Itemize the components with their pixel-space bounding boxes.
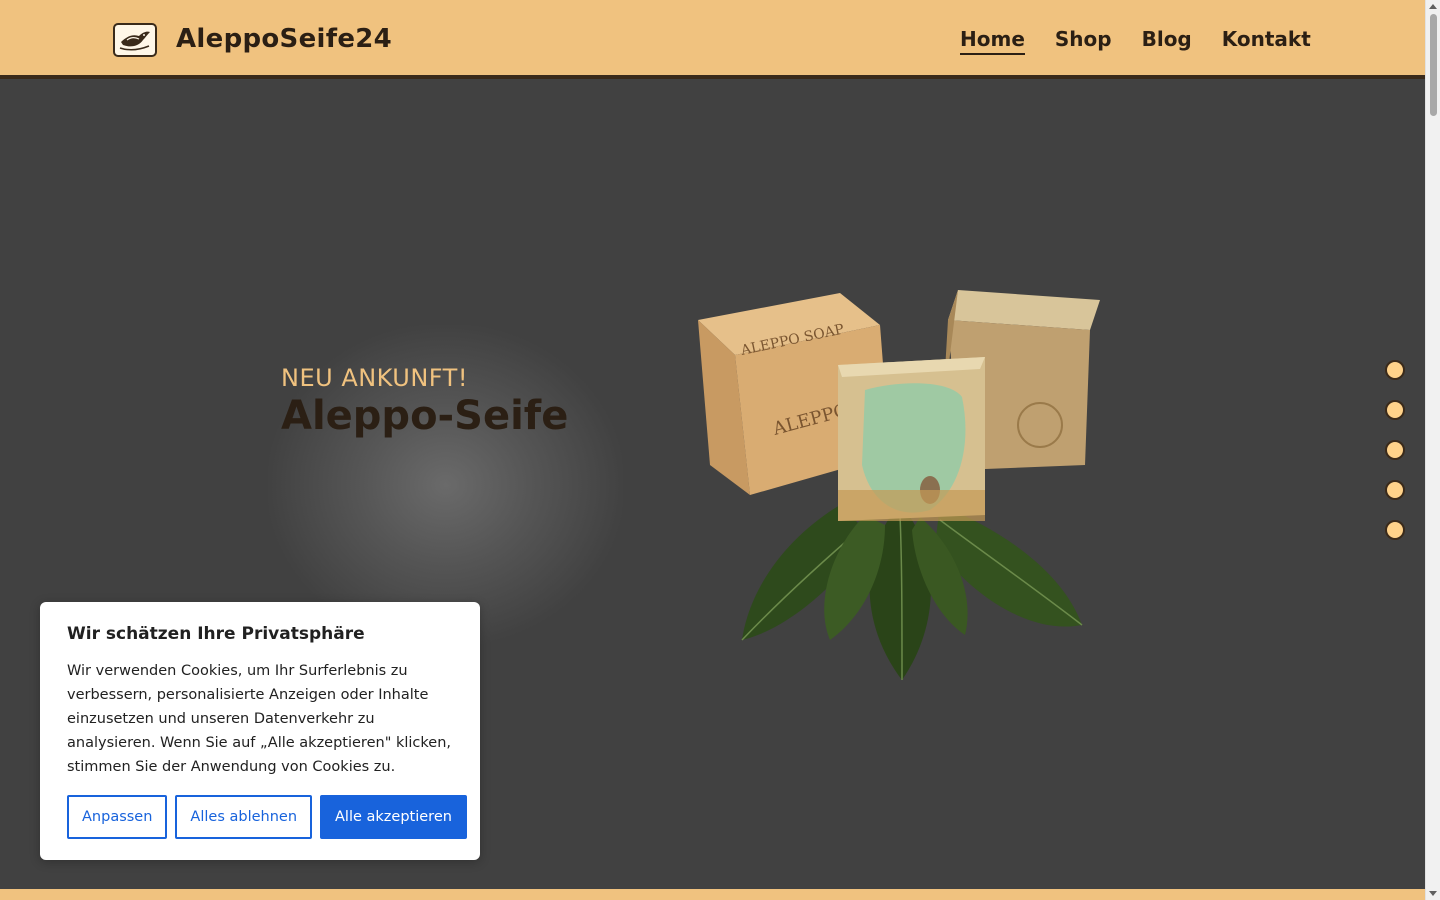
cookie-text: Wir verwenden Cookies, um Ihr Surferlebn… — [67, 663, 451, 775]
footer-strip — [0, 889, 1425, 900]
page-scrollbar[interactable] — [1425, 0, 1440, 900]
slider-dot[interactable] — [1385, 480, 1405, 500]
site-brand[interactable]: AleppoSeife24 — [176, 24, 392, 54]
slider-dots — [1385, 360, 1405, 540]
nav-home[interactable]: Home — [960, 27, 1025, 55]
hero-kicker: NEU ANKUNFT! — [281, 364, 468, 392]
scroll-thumb[interactable] — [1430, 14, 1437, 116]
cookie-reject-button[interactable]: Alles ablehnen — [175, 795, 313, 839]
cookie-banner: Wir schätzen Ihre Privatsphäre Wir verwe… — [40, 602, 480, 860]
slider-dot[interactable] — [1385, 400, 1405, 420]
scroll-up-arrow-icon[interactable] — [1429, 4, 1437, 9]
laurel-leaves — [741, 505, 1083, 681]
cookie-title: Wir schätzen Ihre Privatsphäre — [67, 624, 365, 644]
nav-kontakt[interactable]: Kontakt — [1222, 27, 1311, 55]
hero-title: Aleppo-Seife — [281, 393, 569, 439]
site-header: AleppoSeife24 Home Shop Blog Kontakt — [0, 0, 1425, 79]
slider-dot[interactable] — [1385, 360, 1405, 380]
soap-bar-cut — [838, 357, 985, 521]
nav-blog[interactable]: Blog — [1142, 27, 1192, 55]
dove-icon — [119, 31, 150, 51]
slider-dot[interactable] — [1385, 520, 1405, 540]
site-logo[interactable] — [113, 23, 157, 57]
hero-product-image: ALEPPO SOAP ALEPPO S — [690, 285, 1110, 685]
cookie-customize-button[interactable]: Anpassen — [67, 795, 168, 839]
scroll-down-arrow-icon[interactable] — [1429, 891, 1437, 896]
nav-shop[interactable]: Shop — [1055, 27, 1112, 55]
cookie-accept-button[interactable]: Alle akzeptieren — [320, 795, 467, 839]
slider-dot[interactable] — [1385, 440, 1405, 460]
cookie-buttons: Anpassen Alles ablehnen Alle akzeptieren — [67, 795, 467, 839]
main-nav: Home Shop Blog Kontakt — [960, 27, 1311, 55]
